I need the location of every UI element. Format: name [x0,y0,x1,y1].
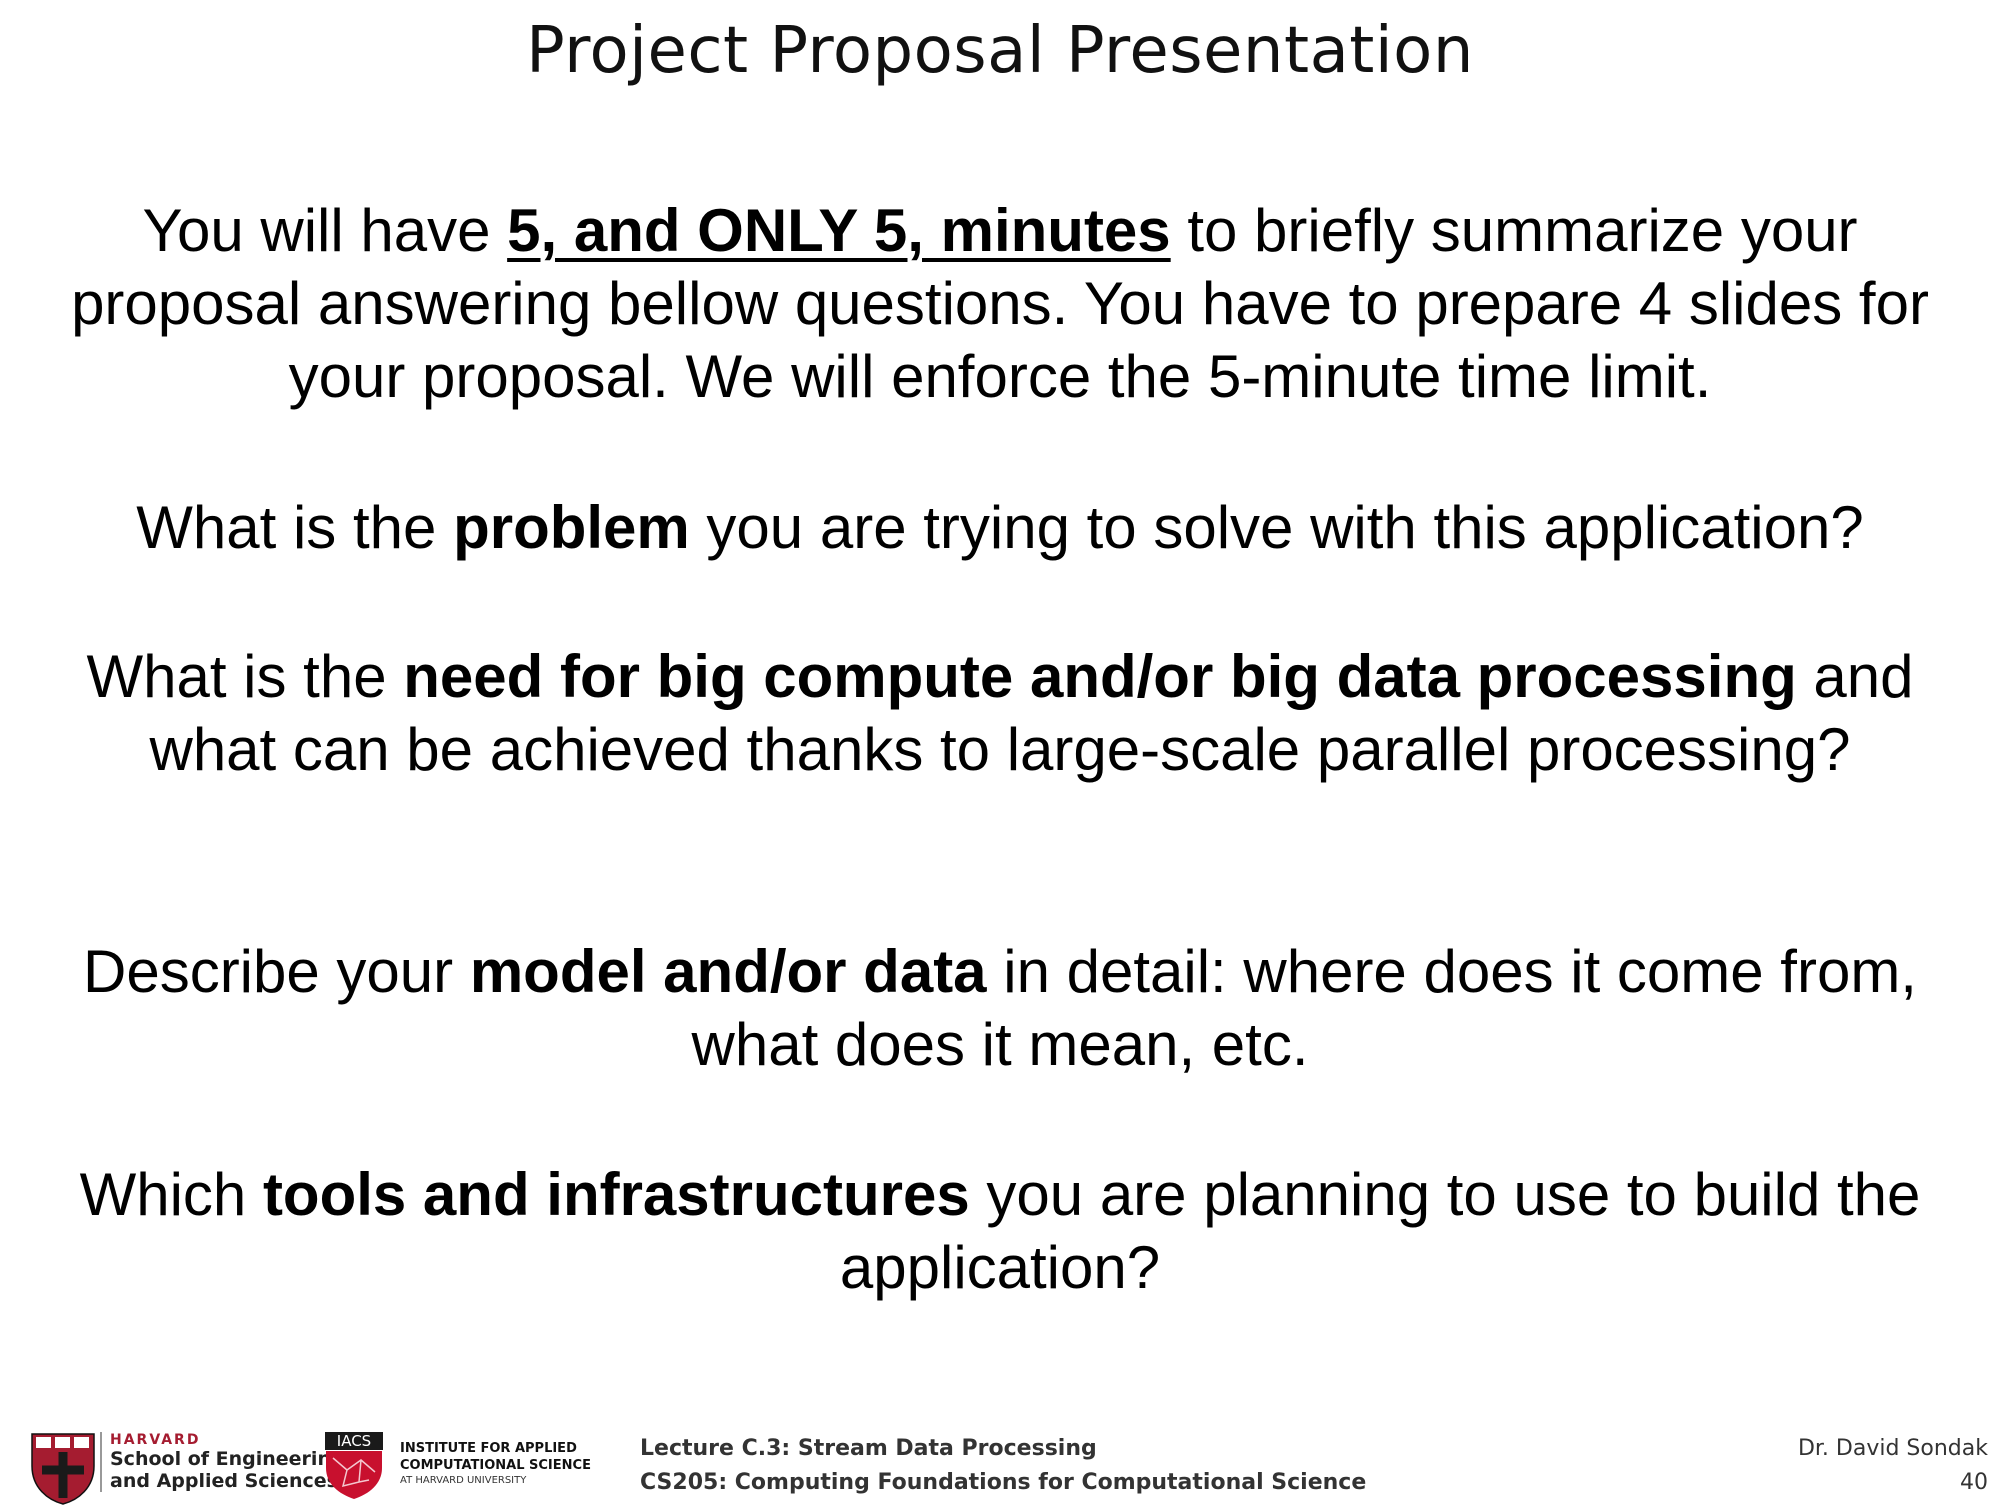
p1-pre: You will have [142,197,508,264]
iacs-line3: AT HARVARD UNIVERSITY [400,1475,527,1486]
iacs-line2: COMPUTATIONAL SCIENCE [400,1458,591,1473]
author-name: Dr. David Sondak [1797,1436,1988,1461]
question-model-data: Describe your model and/or data in detai… [60,935,1940,1081]
harvard-school-line1: School of Engineering [110,1448,345,1470]
p5-post: you are planning to use to build the app… [839,1161,1921,1301]
slide-title: Project Proposal Presentation [526,14,1474,88]
question-tools: Which tools and infrastructures you are … [60,1158,1940,1304]
question-big-compute: What is the need for big compute and/or … [60,640,1940,786]
p2-bold: problem [453,494,690,561]
iacs-shield-logo [326,1451,382,1499]
p5-pre: Which [79,1161,263,1228]
p2-post: you are trying to solve with this applic… [689,494,1864,561]
p2-pre: What is the [136,494,454,561]
iacs-line1: INSTITUTE FOR APPLIED [400,1441,577,1456]
p3-pre: What is the [86,643,404,710]
harvard-school-line2: and Applied Sciences [110,1470,338,1492]
iacs-wordmark: INSTITUTE FOR APPLIED COMPUTATIONAL SCIE… [400,1440,591,1488]
question-problem: What is the problem you are trying to so… [60,491,1940,564]
p5-bold: tools and infrastructures [262,1161,970,1228]
harvard-word: HARVARD [110,1432,201,1448]
author-info: Dr. David Sondak 40 [1798,1432,1988,1500]
lecture-info: Lecture C.3: Stream Data Processing CS20… [640,1432,1366,1500]
slide-footer: HARVARD School of Engineering and Applie… [0,1420,2000,1505]
lecture-title: Lecture C.3: Stream Data Processing [640,1436,1097,1461]
harvard-seas-wordmark: HARVARD School of Engineering and Applie… [100,1432,345,1492]
p4-bold: model and/or data [469,938,987,1005]
harvard-shield-logo [31,1433,95,1505]
paragraph-time-limit: You will have 5, and ONLY 5, minutes to … [60,194,1940,413]
p3-bold: need for big compute and/or big data pro… [403,643,1797,710]
p1-emphasis: 5, and ONLY 5, minutes [507,197,1171,264]
page-number: 40 [1960,1470,1988,1495]
iacs-badge: IACS [325,1432,383,1450]
course-title: CS205: Computing Foundations for Computa… [640,1470,1367,1495]
p4-pre: Describe your [83,938,470,1005]
